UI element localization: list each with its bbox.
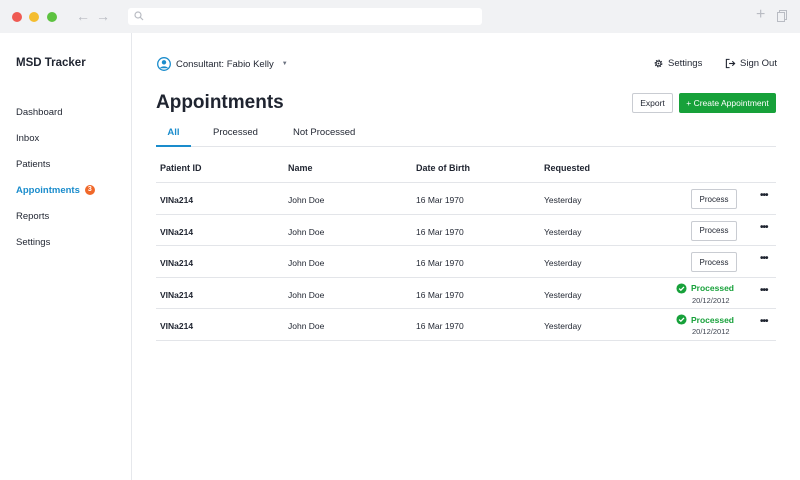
tab-all[interactable]: All: [156, 127, 191, 147]
sidebar-item-label: Appointments: [16, 184, 80, 196]
patient-id-cell: VINa214: [160, 226, 194, 237]
consultant-name: Consultant: Fabio Kelly: [176, 58, 274, 70]
chevron-down-icon: ▼: [281, 61, 288, 67]
sidebar-nav: Dashboard Inbox Patients Appointments 3 …: [16, 99, 95, 255]
date-of-birth-cell: 16 Mar 1970: [416, 258, 464, 268]
check-circle-icon: [676, 314, 687, 325]
sidebar-item-reports[interactable]: Reports: [16, 203, 95, 229]
consultant-selector[interactable]: Consultant: Fabio Kelly ▼: [157, 57, 288, 71]
status-label-line: Processed: [676, 314, 734, 325]
date-of-birth-cell: 16 Mar 1970: [416, 195, 464, 205]
tab-processed[interactable]: Processed: [213, 127, 258, 138]
sidebar-item-appointments[interactable]: Appointments 3: [16, 177, 95, 203]
table-row[interactable]: VINa214 John Doe 16 Mar 1970 Yesterday P…: [156, 309, 776, 341]
export-button[interactable]: Export: [632, 93, 673, 113]
name-cell: John Doe: [288, 289, 325, 300]
processed-status: Processed 20/12/2012: [676, 314, 734, 336]
filter-tabs: All Processed Not Processed: [156, 120, 776, 147]
more-options-icon[interactable]: •••: [760, 316, 768, 327]
status-date: 20/12/2012: [692, 327, 730, 336]
sidebar-item-inbox[interactable]: Inbox: [16, 125, 95, 151]
column-header-patient-id[interactable]: Patient ID: [160, 163, 202, 173]
sidebar-item-patients[interactable]: Patients: [16, 151, 95, 177]
table-row[interactable]: VINa214 John Doe 16 Mar 1970 Yesterday P…: [156, 183, 776, 215]
new-tab-icon[interactable]: +: [756, 7, 765, 23]
page-title: Appointments: [156, 92, 284, 113]
appointments-table: Patient ID Name Date of Birth Requested …: [156, 152, 776, 341]
sign-out-link[interactable]: Sign Out: [725, 58, 777, 69]
requested-cell: Yesterday: [544, 321, 582, 331]
process-button[interactable]: Process: [691, 220, 737, 241]
requested-cell: Yesterday: [544, 226, 582, 237]
sidebar-item-label: Dashboard: [16, 106, 63, 118]
table-row[interactable]: VINa214 John Doe 16 Mar 1970 Yesterday P…: [156, 246, 776, 278]
table-row[interactable]: VINa214 John Doe 16 Mar 1970 Yesterday P…: [156, 278, 776, 309]
check-circle-icon: [676, 282, 687, 294]
column-header-requested[interactable]: Requested: [544, 163, 590, 173]
date-of-birth-cell: 16 Mar 1970: [416, 289, 464, 300]
requested-cell: Yesterday: [544, 195, 582, 205]
more-options-icon[interactable]: •••: [760, 190, 768, 201]
forward-arrow-icon[interactable]: →: [96, 8, 110, 24]
name-cell: John Doe: [288, 226, 325, 237]
notification-badge: 3: [84, 185, 95, 195]
status-label: Processed: [691, 314, 734, 325]
browser-toolbar: ← → +: [0, 0, 800, 33]
back-arrow-icon[interactable]: ←: [76, 8, 90, 24]
patient-id-cell: VINa214: [160, 258, 194, 268]
more-options-icon[interactable]: •••: [760, 222, 768, 233]
process-button[interactable]: Process: [691, 252, 737, 272]
process-button[interactable]: Process: [691, 189, 737, 209]
sign-out-label: Sign Out: [740, 58, 777, 69]
name-cell: John Doe: [288, 258, 325, 268]
app-title: MSD Tracker: [16, 57, 86, 69]
table-row[interactable]: VINa214 John Doe 16 Mar 1970 Yesterday P…: [156, 215, 776, 246]
address-bar[interactable]: [128, 8, 482, 25]
status-label: Processed: [691, 283, 734, 293]
sidebar-item-label: Inbox: [16, 132, 40, 144]
gear-icon: [654, 59, 663, 68]
sidebar-item-settings[interactable]: Settings: [16, 229, 95, 255]
settings-link[interactable]: Settings: [653, 58, 702, 69]
status-label-line: Processed: [676, 282, 734, 294]
processed-status: Processed 20/12/2012: [676, 282, 734, 305]
status-date: 20/12/2012: [692, 295, 730, 305]
sidebar-item-dashboard[interactable]: Dashboard: [16, 99, 95, 125]
sidebar-item-label: Settings: [16, 236, 51, 248]
patient-id-cell: VINa214: [160, 289, 194, 300]
more-options-icon[interactable]: •••: [760, 285, 768, 296]
minimize-window-button[interactable]: [29, 12, 39, 22]
requested-cell: Yesterday: [544, 289, 582, 300]
close-window-button[interactable]: [12, 12, 22, 22]
patient-id-cell: VINa214: [160, 195, 194, 205]
user-avatar-icon: [157, 57, 171, 71]
tab-not-processed[interactable]: Not Processed: [293, 127, 355, 138]
maximize-window-button[interactable]: [47, 12, 57, 22]
copy-icon[interactable]: [777, 10, 787, 22]
sidebar: MSD Tracker Dashboard Inbox Patients App…: [0, 33, 132, 480]
date-of-birth-cell: 16 Mar 1970: [416, 321, 464, 331]
requested-cell: Yesterday: [544, 258, 582, 268]
column-header-date-of-birth[interactable]: Date of Birth: [416, 163, 470, 173]
sign-out-icon: [725, 58, 736, 69]
search-icon: [134, 11, 144, 21]
table-header: Patient ID Name Date of Birth Requested: [156, 152, 776, 183]
name-cell: John Doe: [288, 195, 325, 205]
column-header-name[interactable]: Name: [288, 163, 313, 173]
sidebar-item-label: Patients: [16, 158, 51, 170]
create-appointment-button[interactable]: + Create Appointment: [679, 93, 776, 113]
settings-label: Settings: [668, 58, 703, 69]
date-of-birth-cell: 16 Mar 1970: [416, 226, 464, 237]
patient-id-cell: VINa214: [160, 321, 194, 331]
sidebar-item-label: Reports: [16, 210, 50, 222]
more-options-icon[interactable]: •••: [760, 253, 768, 264]
name-cell: John Doe: [288, 321, 325, 331]
